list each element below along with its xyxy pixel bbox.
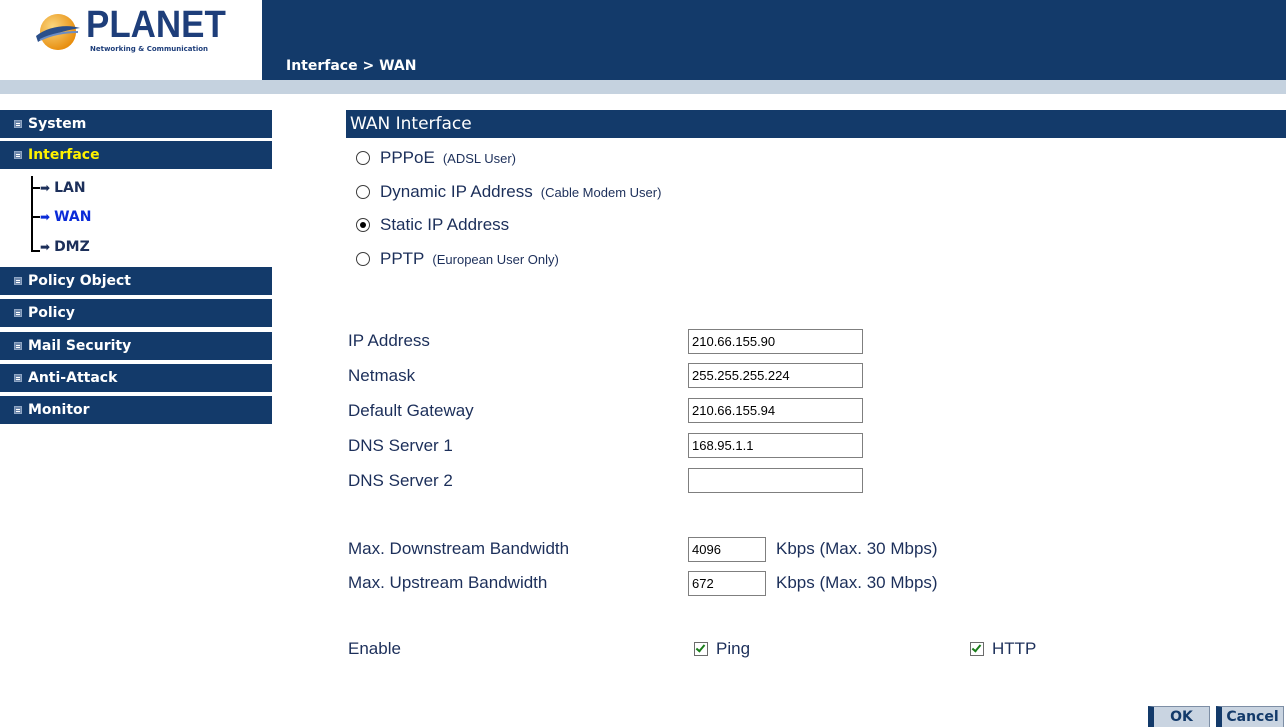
mode-note: (European User Only) [432,251,559,267]
radio-button[interactable] [356,252,370,266]
radio-button[interactable] [356,185,370,199]
default-gateway-label: Default Gateway [348,401,474,420]
sidebar-item-mail-security[interactable]: Mail Security [0,332,272,360]
dns-server-1-label: DNS Server 1 [348,436,453,455]
sidebar-item-interface[interactable]: Interface [0,141,272,169]
mode-option-static-ip[interactable]: Static IP Address [356,213,509,237]
arrow-right-icon: ➡ [40,210,51,224]
sidebar-item-label: Policy Object [28,273,131,289]
upstream-unit: Kbps (Max. 30 Mbps) [776,573,938,592]
check-icon [971,642,982,653]
ping-checkbox-row[interactable]: Ping [694,639,750,659]
http-label: HTTP [992,639,1037,658]
sidebar-subitem-label: WAN [54,209,92,225]
header-subbar [0,80,1286,94]
planet-logo: PLANET Networking & Communication [34,4,244,62]
netmask-label: Netmask [348,366,416,385]
radio-button[interactable] [356,151,370,165]
sidebar-item-policy[interactable]: Policy [0,299,272,327]
ping-label: Ping [716,639,751,658]
mode-label: PPTP [380,249,425,268]
cancel-button[interactable]: Cancel [1216,706,1284,727]
downstream-bandwidth-input[interactable] [688,537,766,562]
mode-label: Static IP Address [380,215,510,234]
arrow-right-icon: ➡ [40,181,51,195]
sidebar-subitem-lan[interactable]: ➡ LAN [40,177,86,199]
header: PLANET Networking & Communication Interf… [0,0,1286,94]
logo-tagline: Networking & Communication [90,45,209,53]
mode-option-pptp[interactable]: PPTP (European User Only) [356,247,559,271]
tree-line [31,216,40,218]
sidebar-item-label: Monitor [28,402,90,418]
expand-icon [14,374,22,382]
mode-note: (Cable Modem User) [540,184,662,200]
ping-checkbox[interactable] [694,642,708,656]
arrow-right-icon: ➡ [40,240,51,254]
planet-globe-icon [36,14,80,50]
mode-option-dynamic-ip[interactable]: Dynamic IP Address (Cable Modem User) [356,180,661,204]
default-gateway-input[interactable] [688,398,863,423]
sidebar-item-label: System [28,116,87,132]
mode-label: Dynamic IP Address [380,182,533,201]
mode-label: PPPoE [380,148,435,167]
sidebar-item-label: Mail Security [28,338,132,354]
downstream-unit: Kbps (Max. 30 Mbps) [776,539,938,558]
mode-note: (ADSL User) [442,150,517,166]
sidebar-item-label: Anti-Attack [28,370,118,386]
logo-area: PLANET Networking & Communication [0,0,262,80]
sidebar-subitem-dmz[interactable]: ➡ DMZ [40,236,90,258]
expand-icon [14,309,22,317]
logo-wordmark: PLANET [86,4,226,46]
expand-icon [14,277,22,285]
check-icon [695,642,706,653]
mode-option-pppoe[interactable]: PPPoE (ADSL User) [356,146,516,170]
dns-server-1-input[interactable] [688,433,863,458]
upstream-bandwidth-input[interactable] [688,571,766,596]
http-checkbox[interactable] [970,642,984,656]
ip-address-input[interactable] [688,329,863,354]
downstream-bandwidth-label: Max. Downstream Bandwidth [348,539,570,558]
section-title: WAN Interface [346,110,1286,138]
sidebar-item-label: Interface [28,147,100,163]
netmask-input[interactable] [688,363,863,388]
upstream-bandwidth-label: Max. Upstream Bandwidth [348,573,548,592]
sidebar-item-policy-object[interactable]: Policy Object [0,267,272,295]
sidebar-item-system[interactable]: System [0,110,272,138]
sidebar-item-anti-attack[interactable]: Anti-Attack [0,364,272,392]
sidebar-item-monitor[interactable]: Monitor [0,396,272,424]
breadcrumb: Interface > WAN [286,58,417,74]
expand-icon [14,406,22,414]
expand-icon [14,342,22,350]
dns-server-2-label: DNS Server 2 [348,471,453,490]
sidebar-subitem-wan[interactable]: ➡ WAN [40,206,91,228]
ip-address-label: IP Address [348,331,430,350]
radio-button-selected[interactable] [356,218,370,232]
sidebar-subitem-label: LAN [54,180,86,196]
dns-server-2-input[interactable] [688,468,863,493]
collapse-icon [14,151,22,159]
sidebar-subitem-label: DMZ [54,239,90,255]
sidebar-item-label: Policy [28,305,75,321]
tree-line [31,250,40,252]
ok-button[interactable]: OK [1148,706,1210,727]
enable-label: Enable [348,639,401,658]
http-checkbox-row[interactable]: HTTP [970,639,1036,659]
expand-icon [14,120,22,128]
tree-line [31,187,40,189]
